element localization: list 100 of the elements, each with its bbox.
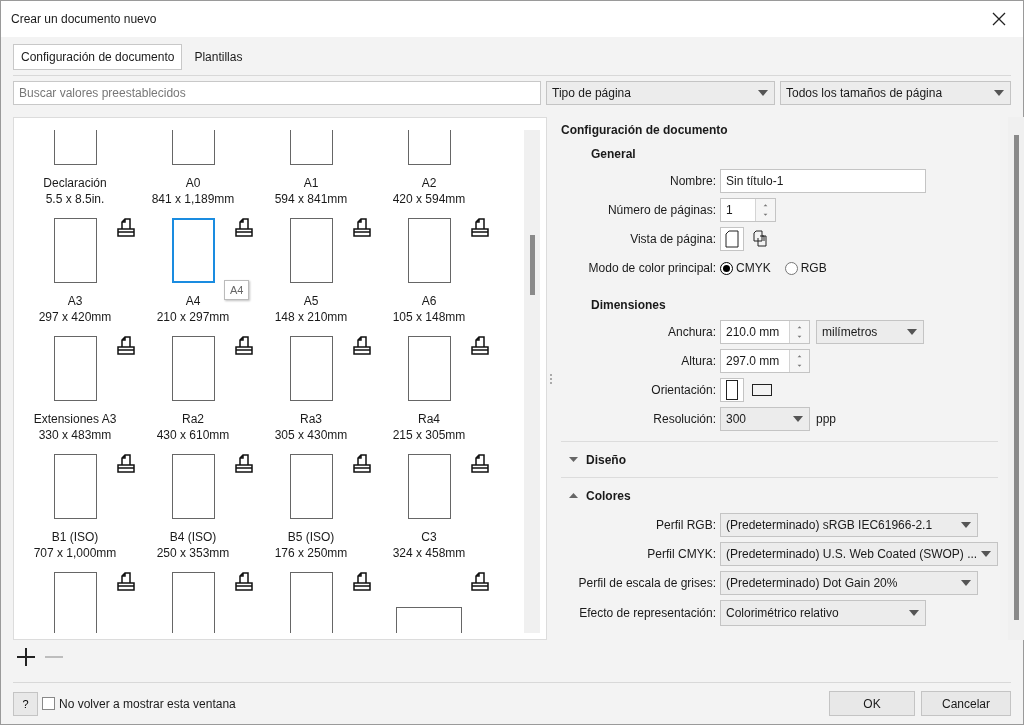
field-label: Perfil de escala de grises:	[577, 576, 716, 590]
printer-icon[interactable]	[234, 454, 254, 474]
search-field[interactable]: Buscar valores preestablecidos	[13, 81, 541, 105]
page-thumbnail[interactable]	[289, 218, 333, 283]
preset-label[interactable]: A2 420 x 594mm	[392, 175, 466, 207]
printer-icon[interactable]	[470, 336, 490, 356]
view-toggle[interactable]	[720, 378, 744, 402]
page-thumbnail[interactable]	[53, 454, 97, 519]
preset-label[interactable]: B1 (ISO) 707 x 1,000mm	[33, 529, 117, 561]
window-title: Crear un documento nuevo	[11, 12, 157, 26]
section-heading[interactable]: Diseño	[586, 452, 626, 467]
preset-label[interactable]: A0 841 x 1,189mm	[151, 175, 235, 207]
field-label: Vista de página:	[629, 232, 716, 246]
help-button[interactable]: ?	[13, 691, 38, 716]
preset-label[interactable]: Ra3 305 x 430mm	[274, 411, 348, 443]
preset-label[interactable]: C3 324 x 458mm	[392, 529, 466, 561]
ok-button[interactable]: OK	[829, 691, 915, 716]
field-label: Orientación:	[650, 383, 716, 397]
printer-icon[interactable]	[352, 572, 372, 592]
printer-icon[interactable]	[352, 336, 372, 356]
page-thumbnail[interactable]	[53, 336, 97, 401]
radio-button[interactable]	[720, 261, 733, 275]
page-thumbnail[interactable]	[407, 454, 451, 519]
page-icon	[725, 230, 739, 248]
preset-label[interactable]: Ra4 215 x 305mm	[392, 411, 466, 443]
page-thumbnail[interactable]	[171, 336, 215, 401]
page-thumbnail[interactable]	[53, 572, 97, 633]
collapse-icon[interactable]	[569, 493, 578, 498]
radio-label[interactable]: CMYK	[736, 261, 771, 275]
printer-icon[interactable]	[470, 454, 490, 474]
preset-label[interactable]: A3 297 x 420mm	[38, 293, 112, 325]
caret-icon	[981, 551, 992, 557]
printer-icon[interactable]	[234, 336, 254, 356]
page-thumbnail[interactable]	[171, 454, 215, 519]
printer-icon[interactable]	[470, 572, 490, 592]
field-label: Efecto de representación:	[578, 606, 716, 620]
field-label: Nombre:	[669, 174, 716, 188]
section-title: Configuración de documento	[561, 123, 729, 139]
tab[interactable]: Plantillas	[186, 44, 251, 70]
page-thumbnail[interactable]	[289, 572, 333, 633]
printer-icon[interactable]	[116, 572, 136, 592]
dropdown[interactable]: (Predeterminado) sRGB IEC61966-2.1	[720, 513, 978, 537]
dropdown[interactable]: milímetros	[816, 320, 924, 344]
printer-icon[interactable]	[352, 218, 372, 238]
scrollbar[interactable]	[524, 130, 540, 633]
number-field[interactable]: 210.0 mm	[720, 320, 810, 344]
preset-label[interactable]: Ra2 430 x 610mm	[156, 411, 230, 443]
page-thumbnail[interactable]	[53, 218, 97, 283]
preset-label[interactable]: A1 594 x 841mm	[274, 175, 348, 207]
preset-label[interactable]: Extensiones A3 330 x 483mm	[33, 411, 117, 443]
printer-icon[interactable]	[234, 218, 254, 238]
dropdown[interactable]: Tipo de página	[546, 81, 775, 105]
checkbox-label[interactable]: No volver a mostrar esta ventana	[59, 696, 236, 711]
tab[interactable]: Configuración de documento	[13, 44, 183, 70]
radio-label[interactable]: RGB	[800, 261, 827, 275]
caret-icon	[793, 416, 803, 422]
caret-icon	[961, 522, 971, 528]
dropdown[interactable]: (Predeterminado) Dot Gain 20%	[720, 571, 978, 595]
printer-icon[interactable]	[116, 454, 136, 474]
dropdown[interactable]: Colorimétrico relativo	[720, 600, 926, 626]
page-thumbnail[interactable]	[171, 572, 215, 633]
page-thumbnail[interactable]	[171, 218, 215, 283]
cancel-button[interactable]: Cancelar	[921, 691, 1011, 716]
section-heading[interactable]: Colores	[586, 488, 631, 503]
caret-icon	[758, 90, 768, 96]
radio-button[interactable]	[784, 261, 798, 275]
preset-label[interactable]: B4 (ISO) 250 x 353mm	[156, 529, 230, 561]
view-toggle[interactable]	[720, 227, 744, 251]
caret-icon	[961, 580, 971, 586]
dropdown[interactable]: (Predeterminado) U.S. Web Coated (SWOP) ...	[720, 542, 999, 566]
preset-label[interactable]: B5 (ISO) 176 x 250mm	[274, 529, 348, 561]
expand-icon[interactable]	[569, 457, 578, 462]
field-label: Modo de color principal:	[587, 261, 716, 275]
field-label: Resolución:	[652, 412, 716, 426]
printer-icon[interactable]	[116, 336, 136, 356]
page-thumbnail[interactable]	[289, 454, 333, 519]
caret-icon	[994, 90, 1004, 96]
caret-icon	[909, 610, 919, 616]
checkbox[interactable]	[42, 697, 55, 710]
name-field[interactable]: Sin título-1	[720, 169, 926, 193]
number-field[interactable]: 297.0 mm	[720, 349, 810, 373]
dropdown[interactable]: Todos los tamaños de página	[780, 81, 1011, 105]
printer-icon[interactable]	[470, 218, 490, 238]
preset-label[interactable]: Declaración 5.5 x 8.5in.	[43, 175, 107, 207]
printer-icon[interactable]	[352, 454, 372, 474]
page-thumbnail[interactable]	[289, 336, 333, 401]
resolution-combo[interactable]: 300	[720, 407, 810, 431]
page-thumbnail[interactable]	[407, 336, 451, 401]
printer-icon[interactable]	[116, 218, 136, 238]
preset-label[interactable]: A5 148 x 210mm	[274, 293, 348, 325]
page-thumbnail[interactable]	[407, 218, 451, 283]
printer-icon[interactable]	[234, 572, 254, 592]
caret-icon	[907, 329, 917, 335]
portrait-icon	[726, 380, 738, 400]
field-label: Altura:	[680, 354, 716, 368]
close-icon	[992, 12, 1006, 26]
preset-label[interactable]: A6 105 x 148mm	[392, 293, 466, 325]
tooltip: A4	[224, 280, 250, 300]
number-field[interactable]: 1	[720, 198, 776, 222]
add-icon[interactable]	[16, 647, 36, 667]
